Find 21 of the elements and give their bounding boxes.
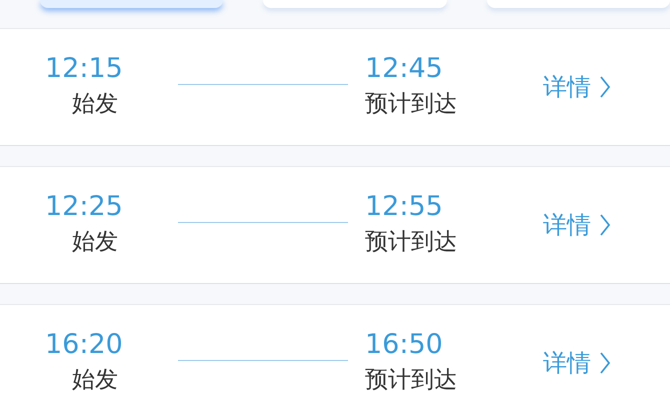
departure-label: 始发 xyxy=(71,366,119,395)
arrival-label: 预计到达 xyxy=(365,228,458,257)
filter-button[interactable] xyxy=(40,0,224,8)
arrival-time: 16:50 xyxy=(365,328,444,362)
filter-button[interactable] xyxy=(263,0,447,8)
departure-time: 16:20 xyxy=(45,328,124,362)
details-link[interactable]: 详情 xyxy=(543,71,611,103)
departure-time: 12:15 xyxy=(45,52,124,86)
details-link[interactable]: 详情 xyxy=(543,209,611,241)
chevron-right-icon xyxy=(599,351,611,375)
arrival-label: 预计到达 xyxy=(365,90,458,119)
arrival-time: 12:55 xyxy=(365,190,444,224)
arrival-label: 预计到达 xyxy=(365,366,458,395)
details-link[interactable]: 详情 xyxy=(543,347,611,379)
chevron-right-icon xyxy=(599,213,611,237)
arrival-time: 12:45 xyxy=(365,52,444,86)
departure-label: 始发 xyxy=(71,228,119,257)
departure-time: 12:25 xyxy=(45,190,124,224)
filter-button[interactable] xyxy=(486,0,670,8)
chevron-right-icon xyxy=(599,75,611,99)
departure-label: 始发 xyxy=(71,90,119,119)
